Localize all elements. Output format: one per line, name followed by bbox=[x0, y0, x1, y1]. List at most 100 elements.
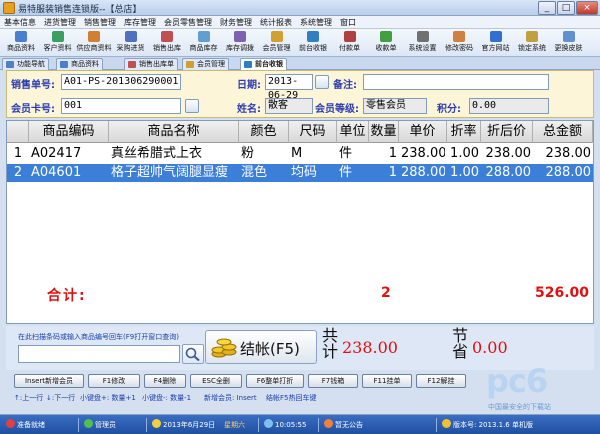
lock-icon bbox=[526, 31, 538, 42]
grid-header-cell[interactable]: 总金额 bbox=[533, 121, 593, 143]
toolbar-button-11[interactable]: 系统设置 bbox=[404, 30, 442, 56]
cell-size: M bbox=[291, 146, 303, 161]
tab-0[interactable]: 功能导航 bbox=[2, 58, 49, 70]
tab-icon bbox=[244, 61, 252, 68]
cell-code: A02417 bbox=[31, 146, 82, 161]
menu-item-0[interactable]: 基本信息 bbox=[0, 16, 40, 29]
menu-item-5[interactable]: 财务管理 bbox=[216, 16, 256, 29]
toolbar-button-1[interactable]: 客户资料 bbox=[39, 30, 77, 56]
fkey-button-2[interactable]: F4删除 bbox=[144, 374, 186, 388]
table-row[interactable]: 2 A04601 格子超帅气阔腿显瘦 混色 均码 件 1 288.00 1.00 288.00 28… bbox=[7, 164, 593, 182]
tab-label: 商品资料 bbox=[71, 60, 99, 68]
checkout-label: 结帐(F5) bbox=[240, 340, 300, 358]
keyboard-hint: 小键盘-: 数量-1 bbox=[142, 394, 192, 402]
close-button[interactable]: × bbox=[576, 1, 598, 15]
fkey-button-5[interactable]: F7钱箱 bbox=[308, 374, 358, 388]
cell-after: 238.00 bbox=[485, 146, 532, 161]
scan-hint: 在此扫描条码或输入商品编号回车(F9打开窗口查询) bbox=[18, 333, 179, 341]
menu-item-4[interactable]: 会员零售管理 bbox=[160, 16, 216, 29]
status-time: 10:05:55 bbox=[264, 418, 306, 432]
toolbar-button-13[interactable]: 官方网站 bbox=[477, 30, 515, 56]
menu-item-6[interactable]: 统计报表 bbox=[256, 16, 296, 29]
window-title: 易特服装销售连锁版--【总店】 bbox=[18, 5, 142, 15]
toolbar-label: 系统设置 bbox=[408, 44, 437, 52]
grid-header-cell[interactable]: 尺码 bbox=[289, 121, 337, 143]
grid-header-cell[interactable]: 商品名称 bbox=[109, 121, 239, 143]
skin-icon bbox=[562, 31, 575, 42]
member-search-icon[interactable] bbox=[185, 99, 199, 113]
fkey-button-7[interactable]: F12解挂 bbox=[416, 374, 466, 388]
toolbar-label: 会员管理 bbox=[262, 44, 291, 52]
order-no-field[interactable]: A01-PS-201306290001 bbox=[61, 74, 181, 90]
menu-item-1[interactable]: 进货管理 bbox=[40, 16, 80, 29]
tab-3[interactable]: 会员管理 bbox=[182, 58, 229, 70]
product-icon bbox=[15, 31, 27, 42]
grid-header-cell[interactable]: 折后价 bbox=[481, 121, 533, 143]
tab-4[interactable]: 前台收银 bbox=[240, 58, 287, 70]
menu-bar: 基本信息 进货管理 销售管理 库存管理 会员零售管理 财务管理 统计报表 系统管理 窗口 bbox=[0, 16, 600, 29]
table-row[interactable]: 1 A02417 真丝希腊式上衣 粉 M 件 1 238.00 1.00 238.00 238.00 bbox=[7, 145, 593, 163]
calendar-icon[interactable] bbox=[315, 75, 329, 89]
search-icon[interactable] bbox=[182, 344, 204, 364]
fkey-button-6[interactable]: F11挂单 bbox=[362, 374, 412, 388]
sales-items-grid[interactable]: 商品编码 商品名称 颜色 尺码 单位 数量 单价 折率 折后价 总金额 1 A02417 真丝希腊式上… bbox=[6, 120, 594, 324]
purchase-icon bbox=[124, 31, 137, 42]
password-icon bbox=[453, 31, 465, 42]
grid-header-cell[interactable]: 数量 bbox=[369, 121, 399, 143]
toolbar-button-7[interactable]: 会员管理 bbox=[258, 30, 296, 56]
barcode-input[interactable] bbox=[18, 345, 180, 363]
grid-header-cell[interactable]: 单价 bbox=[399, 121, 447, 143]
fkey-button-1[interactable]: F1修改 bbox=[88, 374, 140, 388]
toolbar-button-10[interactable]: 收款单 bbox=[367, 30, 405, 56]
grid-header: 商品编码 商品名称 颜色 尺码 单位 数量 单价 折率 折后价 总金额 bbox=[7, 121, 593, 143]
toolbar-button-3[interactable]: 采购进货 bbox=[112, 30, 150, 56]
menu-item-8[interactable]: 窗口 bbox=[336, 16, 360, 29]
title-bar[interactable]: 易特服装销售连锁版--【总店】 _ □ × bbox=[0, 0, 600, 16]
toolbar-label: 更换皮肤 bbox=[554, 44, 583, 52]
name-field: 散客 bbox=[265, 98, 313, 114]
cell-rate: 1.00 bbox=[450, 165, 479, 180]
fkey-button-4[interactable]: F6整单打折 bbox=[246, 374, 304, 388]
fkey-button-3[interactable]: ESC全删 bbox=[190, 374, 242, 388]
tab-1[interactable]: 商品资料 bbox=[56, 58, 103, 70]
toolbar-button-4[interactable]: 销售出库 bbox=[148, 30, 186, 56]
save-value: 0.00 bbox=[472, 338, 508, 357]
calendar-small-icon bbox=[152, 419, 161, 428]
grid-header-cell[interactable]: 颜色 bbox=[239, 121, 289, 143]
toolbar-label: 商品资料 bbox=[7, 44, 35, 52]
toolbar-button-8[interactable]: 前台收银 bbox=[294, 30, 332, 56]
inventory-icon bbox=[197, 31, 210, 42]
menu-item-7[interactable]: 系统管理 bbox=[296, 16, 336, 29]
toolbar-button-9[interactable]: 付款单 bbox=[331, 30, 369, 56]
cell-size: 均码 bbox=[291, 165, 318, 180]
toolbar-button-6[interactable]: 库存调拨 bbox=[221, 30, 259, 56]
grid-header-cell[interactable]: 商品编码 bbox=[29, 121, 109, 143]
toolbar-button-12[interactable]: 修改密码 bbox=[440, 30, 478, 56]
menu-item-2[interactable]: 销售管理 bbox=[80, 16, 120, 29]
minimize-button[interactable]: _ bbox=[538, 1, 556, 15]
toolbar-button-0[interactable]: 商品资料 bbox=[2, 30, 40, 56]
tab-2[interactable]: 销售出库单 bbox=[124, 58, 178, 70]
remark-field[interactable] bbox=[363, 74, 549, 90]
cell-amount: 238.00 bbox=[545, 146, 592, 161]
toolbar-button-15[interactable]: 更换皮肤 bbox=[550, 30, 588, 56]
fkey-button-0[interactable]: Insert新增会员 bbox=[14, 374, 84, 388]
date-field[interactable]: 2013-06-29 bbox=[265, 74, 313, 101]
grid-header-cell[interactable]: 单位 bbox=[337, 121, 369, 143]
toolbar-button-14[interactable]: 锁定系统 bbox=[513, 30, 551, 56]
grid-header-corner bbox=[7, 121, 29, 143]
menu-item-3[interactable]: 库存管理 bbox=[120, 16, 160, 29]
member-no-field[interactable]: 001 bbox=[61, 98, 181, 114]
maximize-button[interactable]: □ bbox=[557, 1, 575, 15]
toolbar-label: 供应商资料 bbox=[76, 44, 112, 52]
checkout-button[interactable]: 结帐(F5) bbox=[205, 330, 317, 364]
tab-icon bbox=[128, 61, 136, 68]
keyboard-hint: 新增会员: Insert bbox=[204, 394, 257, 402]
toolbar-button-2[interactable]: 供应商资料 bbox=[75, 30, 113, 56]
toolbar-button-5[interactable]: 商品库存 bbox=[185, 30, 223, 56]
toolbar-label: 采购进货 bbox=[116, 44, 145, 52]
order-header-form: 销售单号: A01-PS-201306290001 日期: 2013-06-29… bbox=[6, 70, 594, 118]
member-no-label: 会员卡号: bbox=[11, 104, 55, 115]
grid-header-cell[interactable]: 折率 bbox=[447, 121, 481, 143]
toolbar-label: 客户资料 bbox=[43, 44, 72, 52]
